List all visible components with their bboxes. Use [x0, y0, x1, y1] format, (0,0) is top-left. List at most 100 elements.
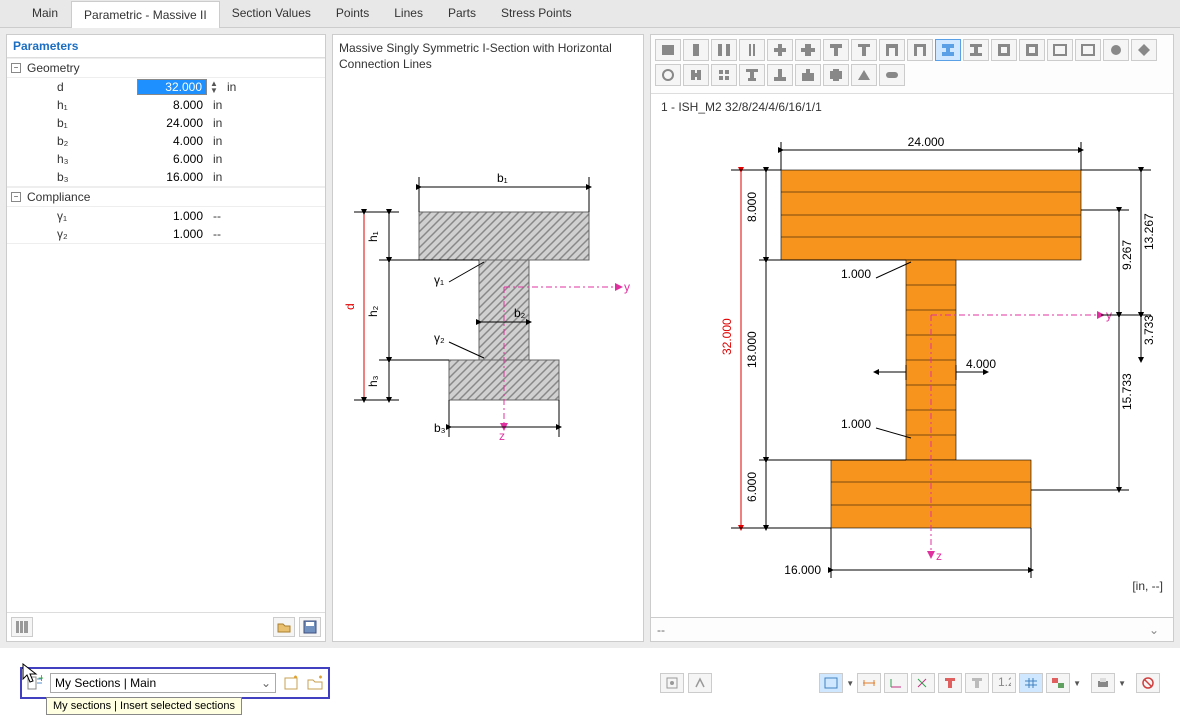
- new-folder-icon[interactable]: [306, 674, 324, 692]
- section-type-btn-19[interactable]: [683, 64, 709, 86]
- param-label: d: [57, 80, 137, 94]
- print-icon[interactable]: [1091, 673, 1115, 693]
- section-type-btn-0[interactable]: [655, 39, 681, 61]
- tab-bar: Main Parametric - Massive II Section Val…: [0, 0, 1180, 28]
- section-type-btn-20[interactable]: [711, 64, 737, 86]
- tab-stress-points[interactable]: Stress Points: [489, 0, 585, 27]
- param-label: γ₂: [57, 227, 137, 241]
- main-area: Parameters − Geometry d 32.000 ▲▼ in h₁ …: [0, 28, 1180, 648]
- section-type-btn-5[interactable]: [795, 39, 821, 61]
- my-sections-highlight: + My Sections | Main ⌄ My sections | Ins…: [20, 667, 330, 699]
- my-sections-select[interactable]: My Sections | Main ⌄: [50, 673, 276, 693]
- param-value-d[interactable]: 32.000: [137, 79, 207, 95]
- group-compliance[interactable]: − Compliance: [7, 187, 325, 207]
- section-type-btn-24[interactable]: [823, 64, 849, 86]
- view-btn-1[interactable]: [819, 673, 843, 693]
- schematic-panel: Massive Singly Symmetric I-Section with …: [332, 34, 644, 642]
- section-type-btn-18[interactable]: [655, 64, 681, 86]
- group-geometry[interactable]: − Geometry: [7, 58, 325, 78]
- param-value[interactable]: 6.000: [137, 152, 207, 166]
- view-btn-section-red[interactable]: [938, 673, 962, 693]
- section-type-btn-11[interactable]: [963, 39, 989, 61]
- section-type-btn-10[interactable]: [935, 39, 961, 61]
- tab-section-values[interactable]: Section Values: [220, 0, 324, 27]
- spinner-icon[interactable]: ▲▼: [207, 80, 221, 94]
- reset-icon[interactable]: [1136, 673, 1160, 693]
- tool-btn-1[interactable]: [660, 673, 684, 693]
- section-type-btn-7[interactable]: [851, 39, 877, 61]
- param-label: b₃: [57, 170, 137, 184]
- svg-text:16.000: 16.000: [784, 563, 821, 577]
- section-type-btn-26[interactable]: [879, 64, 905, 86]
- dropdown-arrow-icon[interactable]: ▼: [846, 679, 854, 688]
- param-value[interactable]: 4.000: [137, 134, 207, 148]
- param-unit: --: [207, 209, 237, 223]
- view-btn-grid[interactable]: [1019, 673, 1043, 693]
- section-type-btn-8[interactable]: [879, 39, 905, 61]
- open-icon[interactable]: [273, 617, 295, 637]
- dropdown-arrow-icon[interactable]: ▼: [1118, 679, 1126, 688]
- section-type-btn-6[interactable]: [823, 39, 849, 61]
- view-btn-section-gray[interactable]: [965, 673, 989, 693]
- preview-panel: 1 - ISH_M2 32/8/24/4/6/16/1/1: [650, 34, 1174, 642]
- svg-text:γ₂: γ₂: [434, 331, 445, 345]
- svg-text:6.000: 6.000: [745, 472, 759, 502]
- param-value[interactable]: 24.000: [137, 116, 207, 130]
- param-unit: --: [207, 227, 237, 241]
- section-type-btn-12[interactable]: [991, 39, 1017, 61]
- library-icon[interactable]: [11, 617, 33, 637]
- param-row-b3: b₃ 16.000 in: [7, 168, 325, 186]
- view-btn-principal[interactable]: [911, 673, 935, 693]
- tab-lines[interactable]: Lines: [382, 0, 436, 27]
- svg-text:h₃: h₃: [366, 376, 380, 388]
- dropdown-arrow-icon[interactable]: ▼: [1073, 679, 1081, 688]
- sidebar-footer: [7, 612, 325, 641]
- tool-btn-2[interactable]: [688, 673, 712, 693]
- param-row-h1: h₁ 8.000 in: [7, 96, 325, 114]
- section-type-btn-13[interactable]: [1019, 39, 1045, 61]
- section-type-btn-21[interactable]: [739, 64, 765, 86]
- param-unit: in: [207, 170, 237, 184]
- section-type-btn-16[interactable]: [1103, 39, 1129, 61]
- view-btn-values[interactable]: 1.2: [992, 673, 1016, 693]
- group-label: Geometry: [27, 61, 80, 75]
- section-type-btn-25[interactable]: [851, 64, 877, 86]
- view-btn-fill[interactable]: [1046, 673, 1070, 693]
- tab-parametric[interactable]: Parametric - Massive II: [71, 1, 220, 28]
- section-type-btn-17[interactable]: [1131, 39, 1157, 61]
- save-icon[interactable]: [299, 617, 321, 637]
- section-type-btn-15[interactable]: [1075, 39, 1101, 61]
- svg-text:1.2: 1.2: [998, 677, 1011, 689]
- units-label: [in, --]: [1132, 579, 1163, 593]
- param-value[interactable]: 16.000: [137, 170, 207, 184]
- param-value[interactable]: 1.000: [137, 209, 207, 223]
- section-type-btn-22[interactable]: [767, 64, 793, 86]
- param-value[interactable]: 8.000: [137, 98, 207, 112]
- param-row-g1: γ₁ 1.000 --: [7, 207, 325, 225]
- param-label: h₃: [57, 152, 137, 166]
- section-preview: y z 1.000 1.000 4.000 24.000: [651, 120, 1173, 617]
- param-label: h₁: [57, 98, 137, 112]
- param-value[interactable]: 1.000: [137, 227, 207, 241]
- param-label: γ₁: [57, 209, 137, 223]
- view-btn-axes[interactable]: [884, 673, 908, 693]
- section-type-btn-23[interactable]: [795, 64, 821, 86]
- section-type-btn-3[interactable]: [739, 39, 765, 61]
- svg-text:13.267: 13.267: [1142, 213, 1156, 250]
- section-type-btn-14[interactable]: [1047, 39, 1073, 61]
- param-label: b₁: [57, 116, 137, 130]
- section-type-btn-9[interactable]: [907, 39, 933, 61]
- tab-main[interactable]: Main: [20, 0, 71, 27]
- param-row-b2: b₂ 4.000 in: [7, 132, 325, 150]
- param-unit: in: [207, 134, 237, 148]
- add-section-icon[interactable]: [282, 674, 300, 692]
- svg-text:h₂: h₂: [366, 306, 380, 318]
- section-type-btn-1[interactable]: [683, 39, 709, 61]
- param-row-h3: h₃ 6.000 in: [7, 150, 325, 168]
- section-type-btn-4[interactable]: [767, 39, 793, 61]
- view-btn-dims[interactable]: [857, 673, 881, 693]
- status-text: --: [657, 623, 665, 637]
- section-type-btn-2[interactable]: [711, 39, 737, 61]
- tab-parts[interactable]: Parts: [436, 0, 489, 27]
- tab-points[interactable]: Points: [324, 0, 382, 27]
